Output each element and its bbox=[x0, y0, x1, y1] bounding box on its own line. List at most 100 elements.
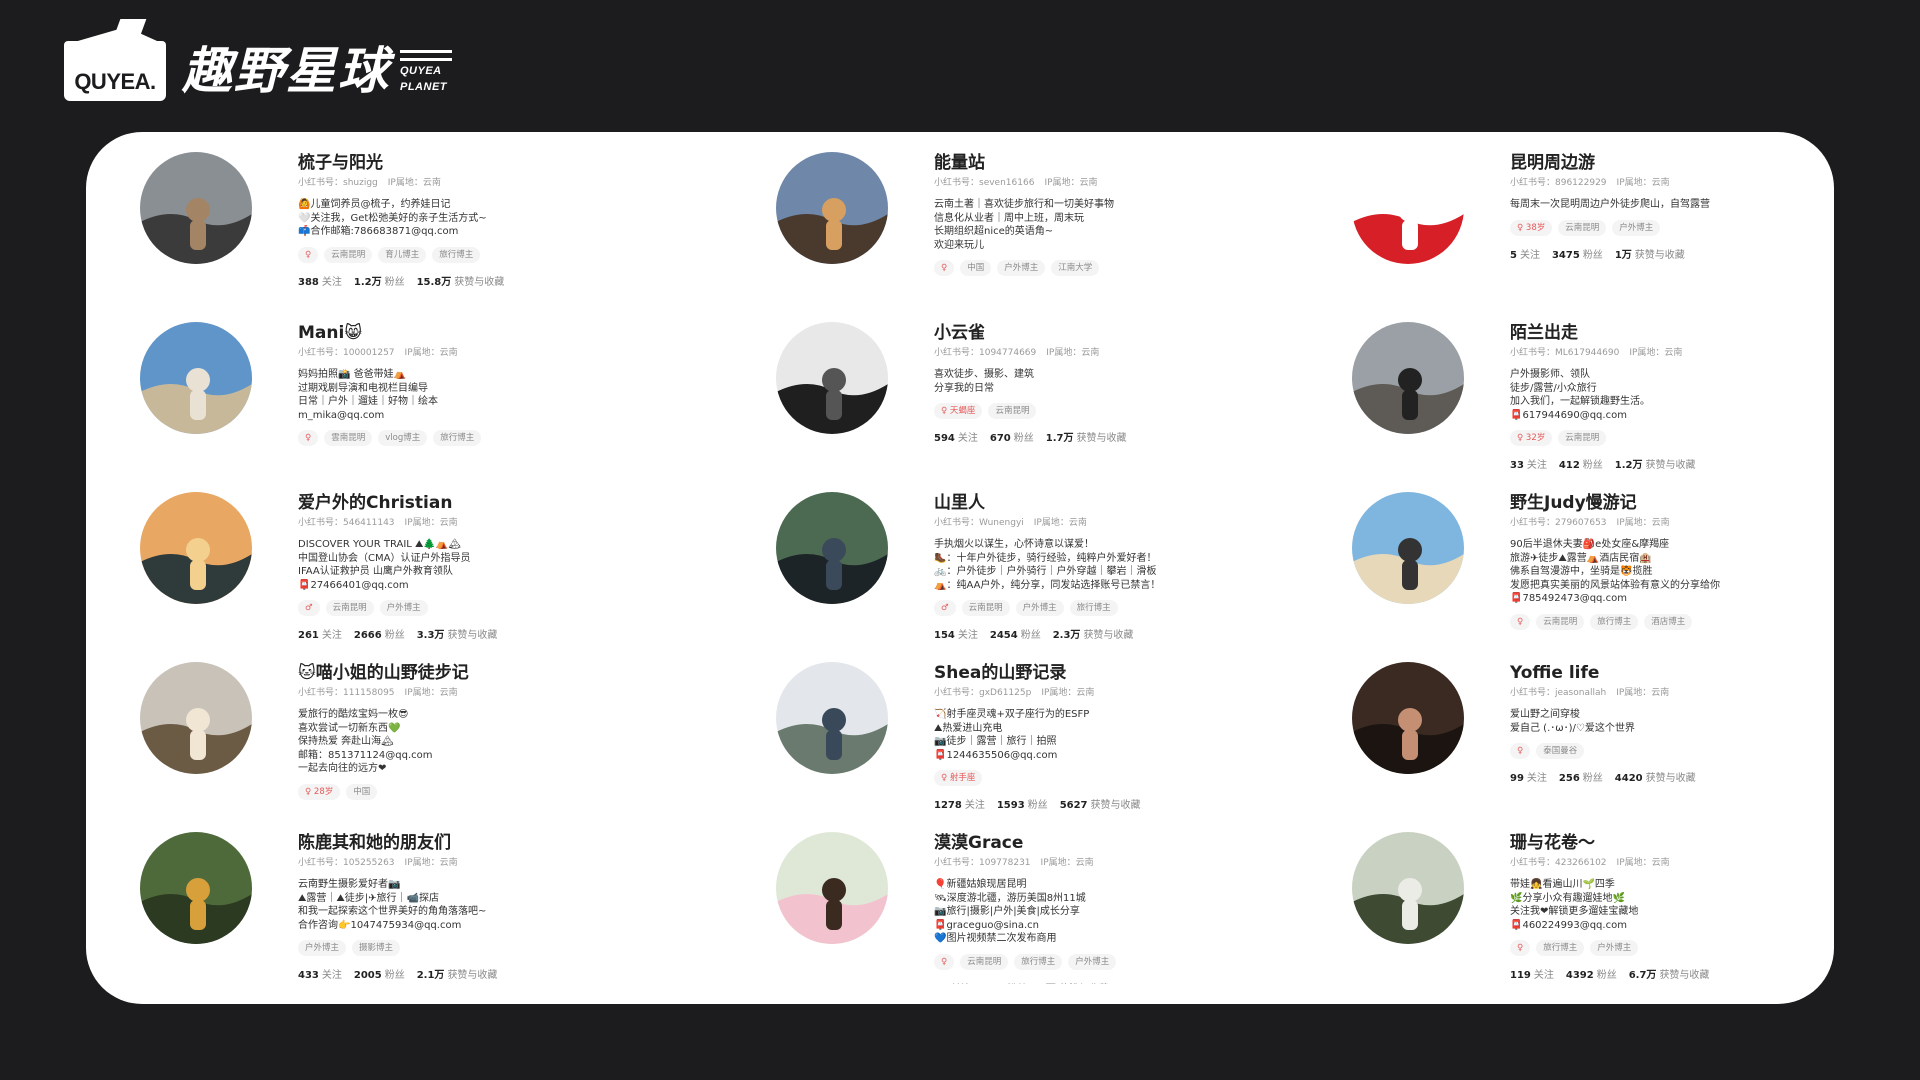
stat-likes-label: 获赞与收藏 bbox=[1645, 460, 1696, 471]
profile-id: 小红书号：100001257 bbox=[298, 348, 395, 358]
avatar[interactable] bbox=[1352, 492, 1464, 604]
profile-card-12[interactable]: Yoffie life 小红书号：jeasonallah IP属地：云南 爱山野之… bbox=[1298, 642, 1834, 812]
avatar[interactable] bbox=[140, 832, 252, 944]
stat-followers-label: 粉丝 bbox=[1027, 800, 1048, 811]
profile-tag: 育儿博主 bbox=[378, 246, 427, 263]
bio-line: 长期组织超nice的英语角~ bbox=[934, 226, 1054, 237]
bio-line: 📮27466401@qq.com bbox=[298, 579, 409, 591]
profile-card-14[interactable]: 漠漠Grace 小红书号：109778231 IP属地：云南 🎈新疆姑娘现居昆明 🛰… bbox=[722, 812, 1298, 984]
profile-info: 珊与花卷～ 小红书号：423266102 IP属地：云南 带娃👧看遍山川🌱四季 🌿分… bbox=[1510, 832, 1834, 981]
stat-following-label: 关注 bbox=[1526, 773, 1547, 784]
avatar-image bbox=[776, 662, 888, 774]
avatar[interactable] bbox=[776, 662, 888, 774]
profile-ip: IP属地：云南 bbox=[1040, 858, 1094, 868]
profile-tag: 旅行博主 bbox=[1536, 940, 1585, 956]
profile-card-5[interactable]: 小云雀 小红书号：1094774669 IP属地：云南 喜欢徒步、摄影、建筑 分享我… bbox=[722, 302, 1298, 472]
profile-name[interactable]: Shea的山野记录 bbox=[934, 662, 1298, 684]
stat-following-label: 关注 bbox=[321, 630, 342, 641]
profile-tag: 云南昆明 bbox=[1558, 219, 1607, 236]
profile-tag: 中国 bbox=[346, 783, 378, 800]
profile-id: 小红书号：shuzigg bbox=[298, 178, 378, 188]
profile-card-6[interactable]: 陌兰出走 小红书号：ML617944690 IP属地：云南 户外摄影师、领队 徒步/… bbox=[1298, 302, 1834, 472]
profile-name[interactable]: 陈鹿其和她的朋友们 bbox=[298, 832, 722, 854]
profile-name[interactable]: 珊与花卷～ bbox=[1510, 832, 1834, 854]
profile-meta: 小红书号：279607653 IP属地：云南 bbox=[1510, 516, 1834, 530]
stat-likes-label: 获赞与收藏 bbox=[1634, 249, 1685, 261]
profile-card-2[interactable]: 能量站 小红书号：seven16166 IP属地：云南 云南土著｜喜欢徒步旅行和一… bbox=[722, 132, 1298, 302]
profile-meta: 小红书号：100001257 IP属地：云南 bbox=[298, 346, 722, 360]
profile-card-9[interactable]: 野生Judy慢游记 小红书号：279607653 IP属地：云南 90后半退休夫妻… bbox=[1298, 472, 1834, 642]
stat-likes-value: 6.7万 bbox=[1628, 970, 1657, 981]
profile-tag: ♀ bbox=[1510, 613, 1531, 630]
profile-card-4[interactable]: Mani😸 小红书号：100001257 IP属地：云南 妈妈拍照📸 爸爸带娃⛺ 过… bbox=[86, 302, 722, 472]
avatar[interactable] bbox=[1352, 322, 1464, 434]
profile-card-3[interactable]: 昆明周边游 小红书号：896122929 IP属地：云南 每周末一次昆明周边户外徒… bbox=[1298, 132, 1834, 302]
profile-bio: DISCOVER YOUR TRAIL ⛰🌲⛺🏔 中国登山协会（CMA）认证户外指… bbox=[298, 538, 722, 592]
profile-name[interactable]: 陌兰出走 bbox=[1510, 322, 1834, 344]
profile-name[interactable]: 漠漠Grace bbox=[934, 832, 1298, 854]
profile-name[interactable]: 梳子与阳光 bbox=[298, 152, 722, 174]
profile-ip: IP属地：云南 bbox=[387, 178, 441, 188]
profile-tag: 户外博主 bbox=[1015, 600, 1064, 616]
avatar[interactable] bbox=[1352, 662, 1464, 774]
avatar[interactable] bbox=[140, 492, 252, 604]
profile-name[interactable]: 🐱喵小姐的山野徒步记 bbox=[298, 662, 722, 684]
profile-tag: 摄影博主 bbox=[352, 940, 401, 956]
profile-meta: 小红书号：ML617944690 IP属地：云南 bbox=[1510, 346, 1834, 360]
profile-info: 爱户外的Christian 小红书号：546411143 IP属地：云南 DISC… bbox=[298, 492, 722, 641]
profile-tag: 户外博主 bbox=[1068, 953, 1117, 970]
stat-followers-label: 粉丝 bbox=[1013, 433, 1034, 444]
profile-name[interactable]: 山里人 bbox=[934, 492, 1298, 514]
profile-id: 小红书号：896122929 bbox=[1510, 178, 1607, 188]
profile-id: 小红书号：279607653 bbox=[1510, 518, 1607, 528]
stat-following: 33 关注 bbox=[1510, 460, 1547, 471]
profile-name[interactable]: 爱户外的Christian bbox=[298, 492, 722, 514]
profile-card-15[interactable]: 珊与花卷～ 小红书号：423266102 IP属地：云南 带娃👧看遍山川🌱四季 🌿分… bbox=[1298, 812, 1834, 984]
profile-bio: 云南野生摄影爱好者📷 ⛰露营｜⛰徒步|✈旅行｜📹探店 和我一起探索这个世界美好的角角… bbox=[298, 878, 722, 932]
profile-name[interactable]: 能量站 bbox=[934, 152, 1298, 174]
profile-name[interactable]: 昆明周边游 bbox=[1510, 152, 1834, 174]
stat-likes-value: 1万 bbox=[1614, 249, 1632, 261]
profile-stats: 154 关注 2454 粉丝 2.3万 获赞与收藏 bbox=[934, 626, 1298, 641]
profile-ip: IP属地：云南 bbox=[1629, 348, 1683, 358]
profile-info: 山里人 小红书号：Wunengyi IP属地：云南 手执烟火以谋生，心怀诗意以谋爱… bbox=[934, 492, 1298, 641]
avatar[interactable] bbox=[1352, 832, 1464, 944]
avatar[interactable] bbox=[776, 322, 888, 434]
bio-line: 发愿把真实美丽的风景站体验有意义的分享给你 bbox=[1510, 579, 1720, 591]
avatar[interactable] bbox=[1352, 152, 1464, 264]
profile-bio: 云南土著｜喜欢徒步旅行和一切美好事物 信息化从业者｜周中上班，周末玩 长期组织超ni… bbox=[934, 198, 1298, 252]
stat-likes: 1.2万 获赞与收藏 bbox=[1615, 460, 1696, 471]
stat-likes-value: 1.7万 bbox=[1045, 433, 1074, 444]
avatar[interactable] bbox=[776, 492, 888, 604]
profile-info: Yoffie life 小红书号：jeasonallah IP属地：云南 爱山野之… bbox=[1510, 662, 1834, 784]
profile-name[interactable]: 小云雀 bbox=[934, 322, 1298, 344]
stat-likes: 2万获赞与收藏 bbox=[1039, 984, 1109, 985]
stat-following-label: 关注 bbox=[951, 984, 971, 985]
stat-following: 5 关注 bbox=[1510, 250, 1540, 261]
profile-card-1[interactable]: 梳子与阳光 小红书号：shuzigg IP属地：云南 🙆儿童饲养员@梳子，约养娃日… bbox=[86, 132, 722, 302]
profile-tag: ♀ 天蝎座 bbox=[934, 403, 983, 419]
profile-card-8[interactable]: 山里人 小红书号：Wunengyi IP属地：云南 手执烟火以谋生，心怀诗意以谋爱… bbox=[722, 472, 1298, 642]
quyea-logo: QUYEA. bbox=[64, 27, 166, 101]
avatar[interactable] bbox=[776, 832, 888, 944]
profile-tag: 雲南昆明 bbox=[324, 430, 373, 446]
stat-likes: 2.1万 获赞与收藏 bbox=[417, 970, 498, 981]
bio-line: 💙图片视频禁二次发布商用 bbox=[934, 933, 1057, 944]
stat-followers-label: 粉丝 bbox=[1582, 249, 1603, 261]
profile-name[interactable]: Yoffie life bbox=[1510, 662, 1834, 684]
avatar[interactable] bbox=[140, 152, 252, 264]
profile-name[interactable]: Mani😸 bbox=[298, 322, 722, 344]
avatar[interactable] bbox=[776, 152, 888, 264]
avatar[interactable] bbox=[140, 662, 252, 774]
profile-card-11[interactable]: Shea的山野记录 小红书号：gxD61125p IP属地：云南 🏹射手座灵魂+双… bbox=[722, 642, 1298, 812]
profile-card-13[interactable]: 陈鹿其和她的朋友们 小红书号：105255263 IP属地：云南 云南野生摄影爱好… bbox=[86, 812, 722, 984]
profile-name[interactable]: 野生Judy慢游记 bbox=[1510, 492, 1834, 514]
bio-line: 喜欢尝试一切新东西💚 bbox=[298, 722, 401, 734]
profile-tags: ♀ 中国 户外博主 江南大学 bbox=[934, 260, 1298, 276]
profile-card-10[interactable]: 🐱喵小姐的山野徒步记 小红书号：111158095 IP属地：云南 爱旅行的酷炫宝… bbox=[86, 642, 722, 812]
bio-line: 🤍关注我，Get松弛美好的亲子生活方式~ bbox=[298, 212, 487, 224]
avatar[interactable] bbox=[140, 322, 252, 434]
stat-followers: 4392 粉丝 bbox=[1566, 970, 1617, 981]
profile-card-7[interactable]: 爱户外的Christian 小红书号：546411143 IP属地：云南 DISC… bbox=[86, 472, 722, 642]
avatar-image bbox=[140, 322, 252, 434]
